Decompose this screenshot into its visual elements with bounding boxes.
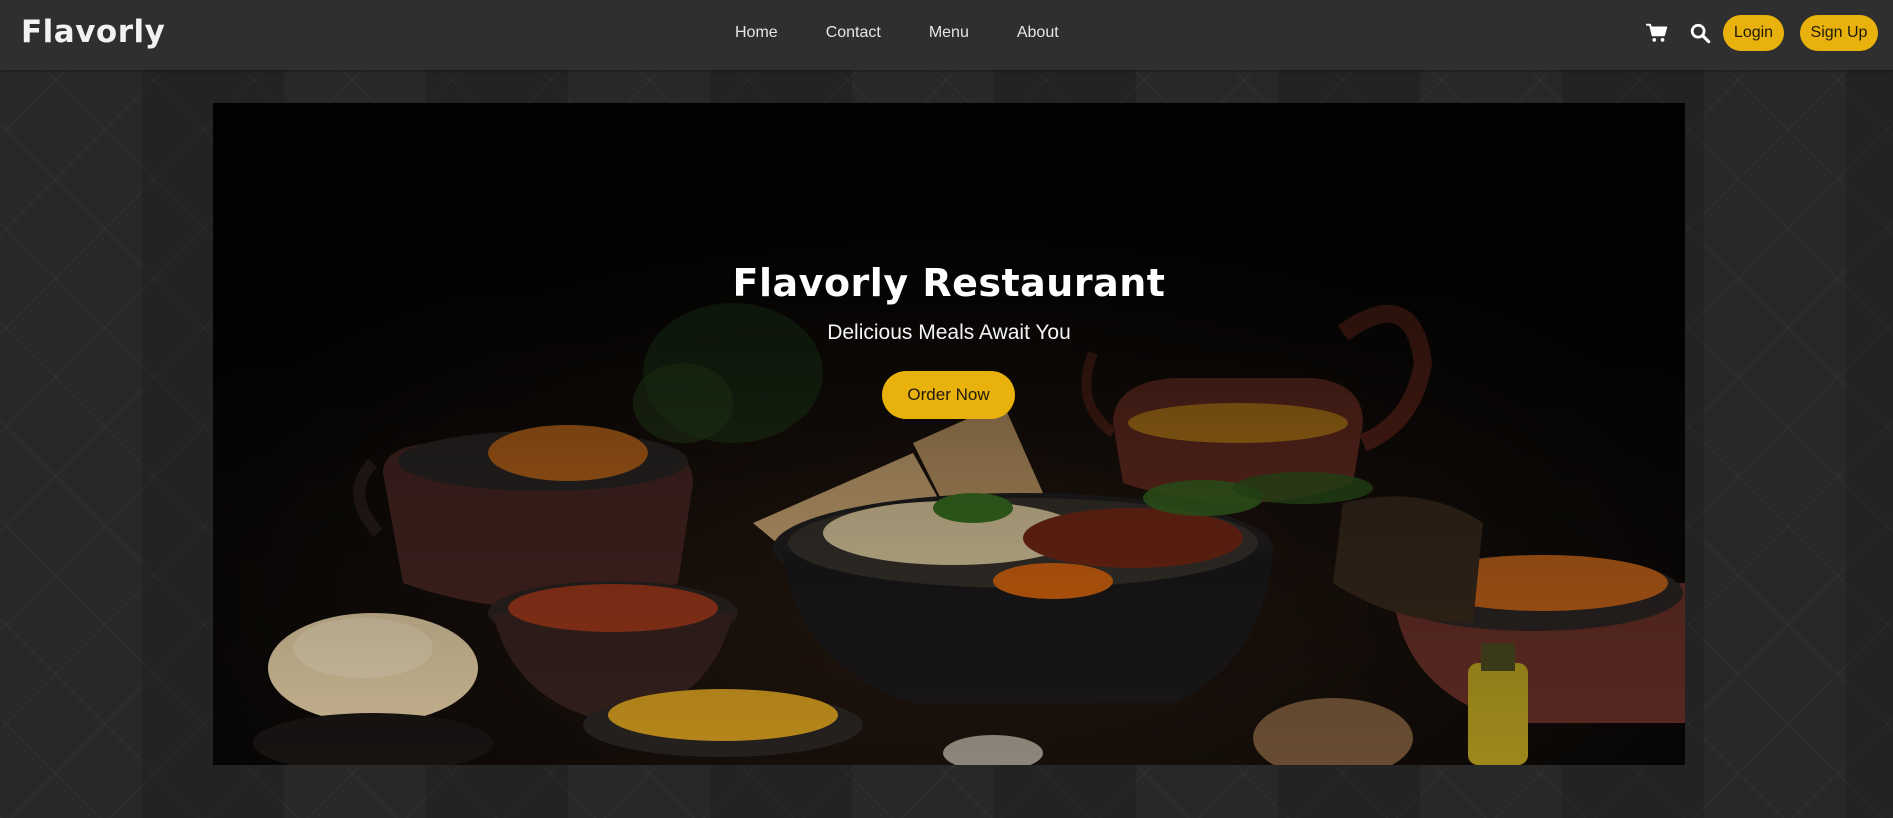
main-nav: Home Contact Menu About [735, 0, 1059, 66]
nav-link-menu[interactable]: Menu [929, 24, 969, 42]
hero-title: Flavorly Restaurant [732, 261, 1166, 305]
signup-button[interactable]: Sign Up [1800, 15, 1878, 51]
login-button[interactable]: Login [1723, 15, 1784, 51]
hero-food-image [213, 103, 1685, 765]
brand-logo[interactable]: Flavorly [21, 14, 165, 50]
nav-link-about[interactable]: About [1017, 24, 1059, 42]
hero-banner: Flavorly Restaurant Delicious Meals Awai… [213, 103, 1685, 765]
nav-link-home[interactable]: Home [735, 24, 778, 42]
top-navbar: Flavorly Home Contact Menu About Login S… [0, 0, 1893, 70]
shopping-cart-icon[interactable] [1646, 22, 1668, 44]
order-now-button[interactable]: Order Now [882, 371, 1015, 419]
hero-subtitle: Delicious Meals Await You [827, 321, 1071, 344]
search-icon[interactable] [1689, 22, 1711, 44]
nav-link-contact[interactable]: Contact [826, 24, 881, 42]
background-stripe [1846, 70, 1893, 818]
